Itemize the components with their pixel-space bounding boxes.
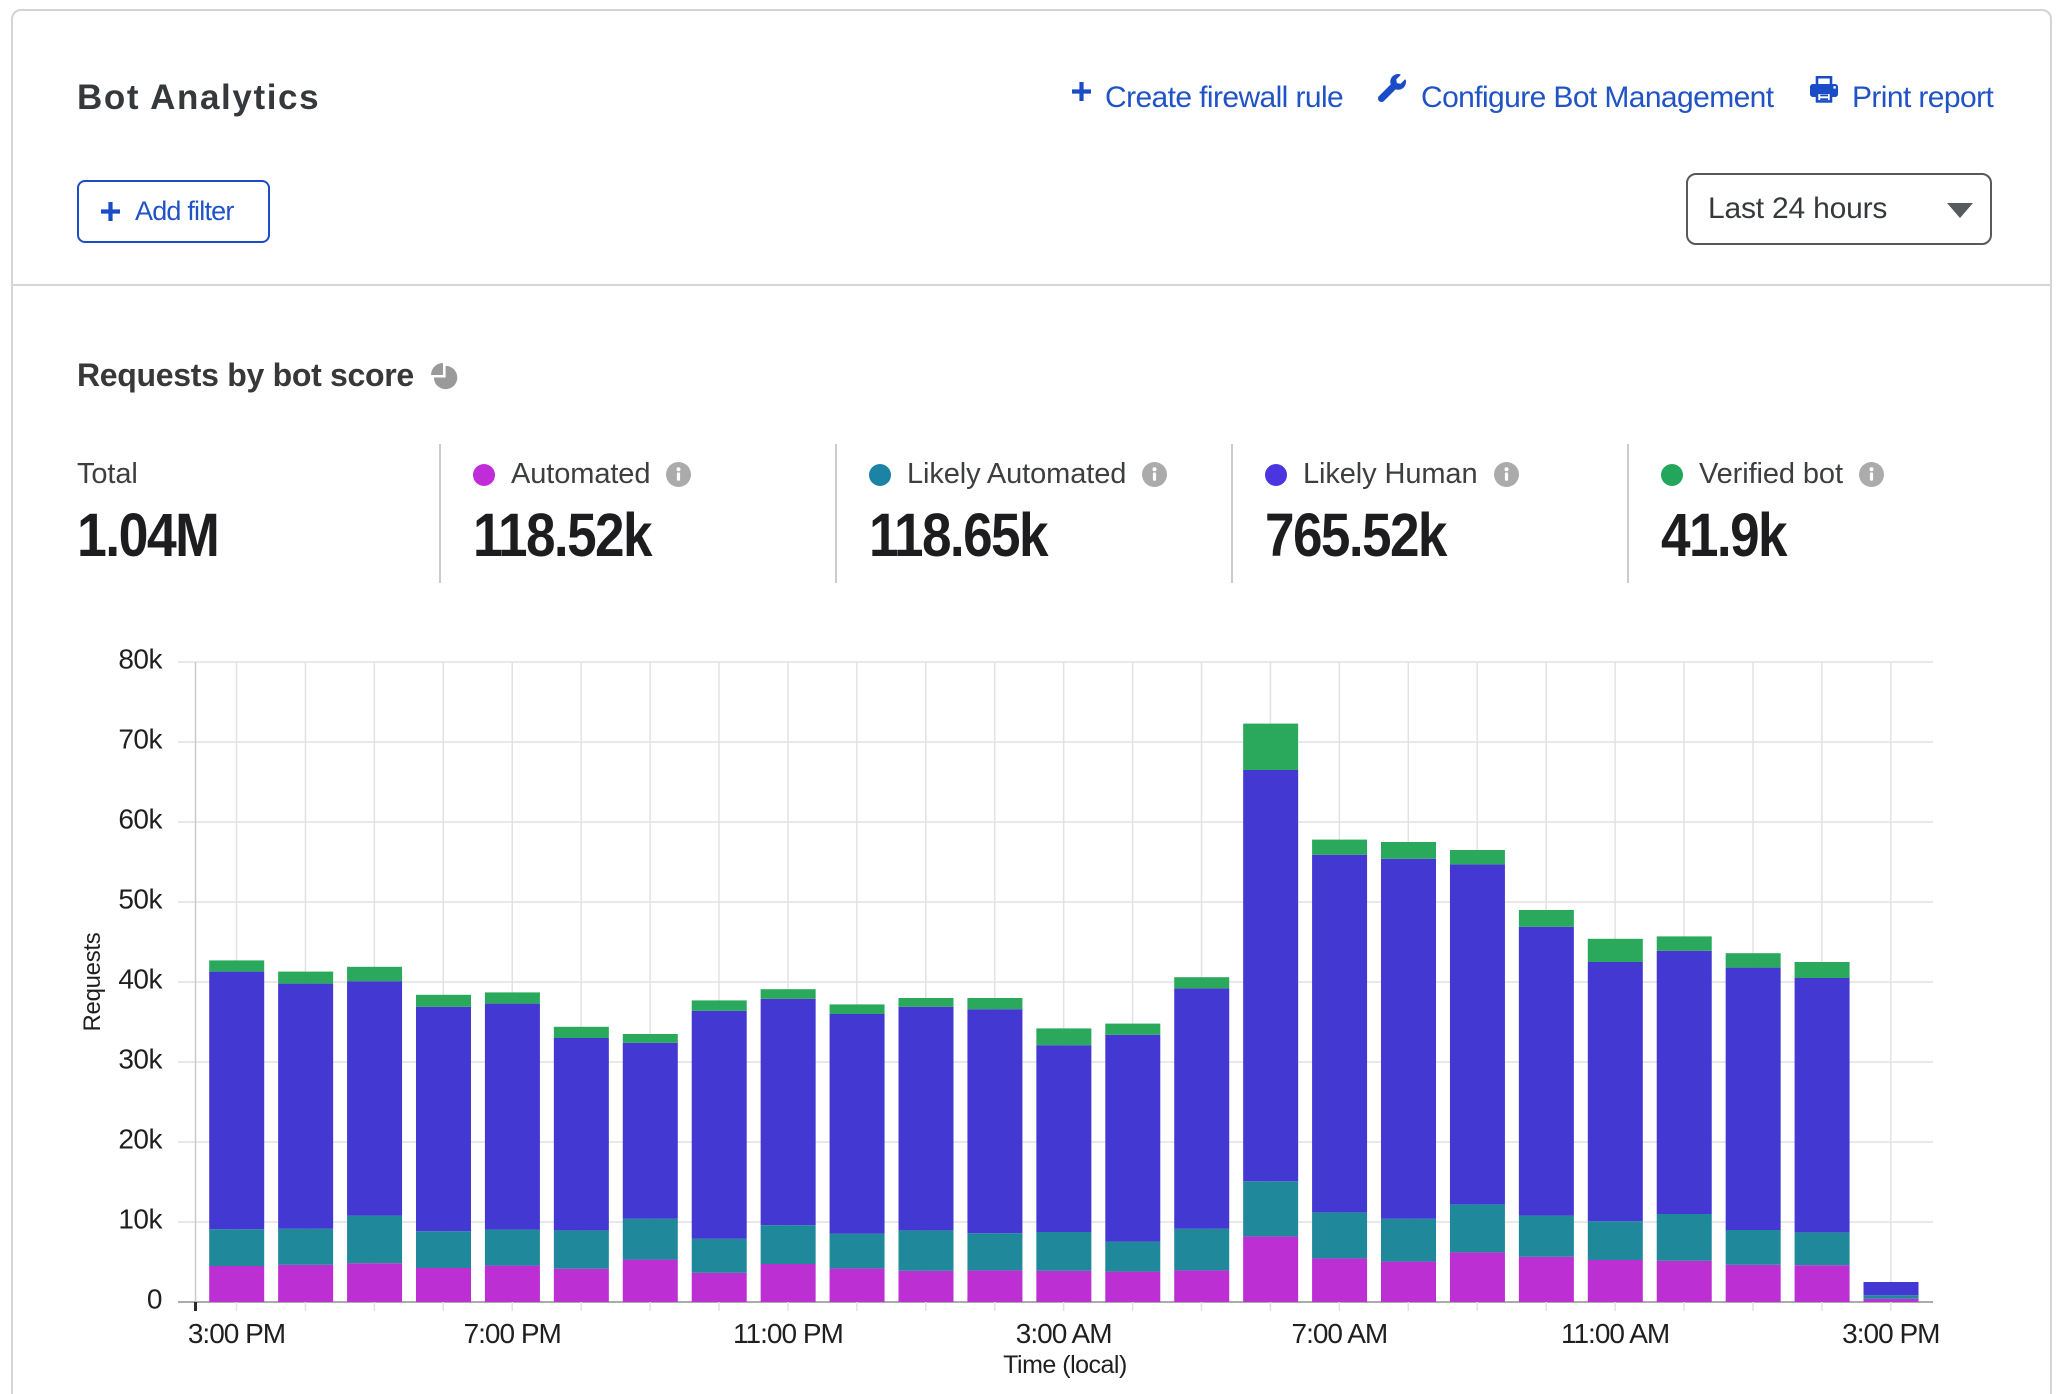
svg-text:3:00 AM: 3:00 AM bbox=[1016, 1318, 1112, 1349]
svg-text:20k: 20k bbox=[118, 1124, 163, 1155]
svg-text:11:00 AM: 11:00 AM bbox=[1561, 1318, 1669, 1349]
svg-text:3:00 PM: 3:00 PM bbox=[188, 1318, 285, 1349]
svg-text:50k: 50k bbox=[118, 884, 163, 915]
svg-text:30k: 30k bbox=[118, 1044, 163, 1075]
svg-text:10k: 10k bbox=[118, 1204, 163, 1235]
svg-text:80k: 80k bbox=[118, 644, 163, 675]
svg-text:Time (local): Time (local) bbox=[1003, 1351, 1127, 1379]
svg-text:70k: 70k bbox=[118, 724, 163, 755]
svg-text:3:00 PM: 3:00 PM bbox=[1842, 1318, 1939, 1349]
svg-text:Requests: Requests bbox=[79, 932, 106, 1031]
svg-text:60k: 60k bbox=[118, 804, 163, 835]
svg-text:7:00 PM: 7:00 PM bbox=[464, 1318, 561, 1349]
svg-text:7:00 AM: 7:00 AM bbox=[1292, 1318, 1388, 1349]
svg-text:40k: 40k bbox=[118, 964, 163, 995]
svg-text:11:00 PM: 11:00 PM bbox=[733, 1318, 843, 1349]
svg-text:0: 0 bbox=[147, 1284, 162, 1315]
